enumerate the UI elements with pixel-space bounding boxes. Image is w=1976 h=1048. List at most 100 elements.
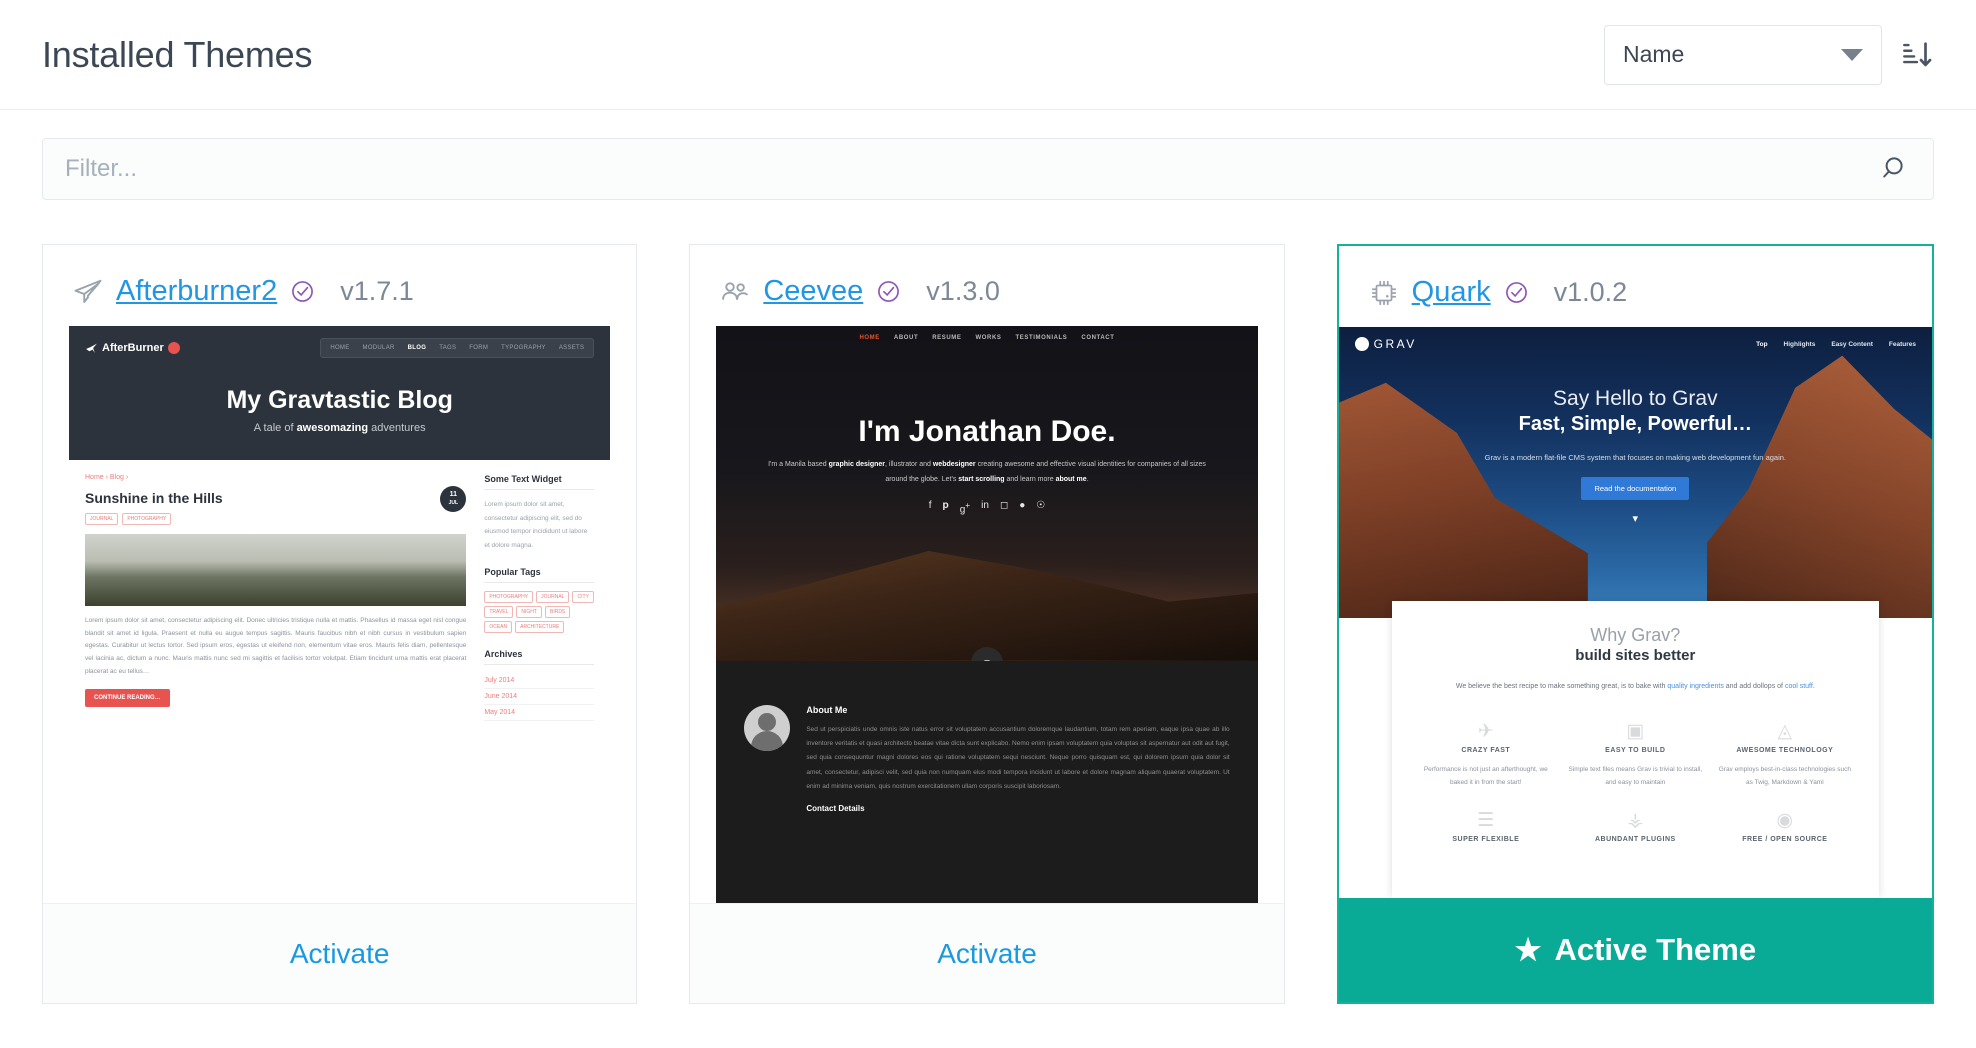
activate-button[interactable]: Activate bbox=[690, 903, 1283, 1003]
preview-archive-item: May 2014 bbox=[484, 705, 594, 721]
preview-nav-item: HOME bbox=[324, 342, 355, 354]
filter-bar bbox=[0, 110, 1976, 200]
preview-tag: ARCHITECTURE bbox=[515, 621, 564, 633]
search-icon[interactable] bbox=[1881, 154, 1911, 184]
preview-hero-title: I'm Jonathan Doe. bbox=[716, 415, 1257, 449]
check-circle-icon bbox=[290, 279, 315, 304]
page-title: Installed Themes bbox=[42, 34, 312, 76]
theme-name-link[interactable]: Ceevee bbox=[763, 275, 863, 308]
plug-icon: ⚶ bbox=[1568, 809, 1704, 831]
preview-nav-item-active: BLOG bbox=[402, 342, 433, 354]
preview-feature-text: Simple text files means Grav is trivial … bbox=[1568, 763, 1704, 789]
preview-nav-item: ABOUT bbox=[894, 335, 918, 341]
google-plus-icon: g+ bbox=[960, 500, 970, 515]
preview-nav-item: CONTACT bbox=[1081, 335, 1114, 341]
preview-cta-button: Read the documentation bbox=[1581, 477, 1689, 500]
preview-nav-item: ASSETS bbox=[553, 342, 590, 354]
preview-panel-subtitle: build sites better bbox=[1418, 647, 1853, 664]
theme-card-ceevee: Ceevee v1.3.0 HOME ABOUT RESUME WORKS TE… bbox=[689, 244, 1284, 1004]
theme-version: v1.3.0 bbox=[926, 276, 1000, 307]
preview-post-image bbox=[85, 534, 466, 606]
filter-field[interactable] bbox=[42, 138, 1934, 200]
preview-nav-item: TYPOGRAPHY bbox=[495, 342, 552, 354]
sort-ascending-icon[interactable] bbox=[1900, 38, 1934, 72]
instagram-icon: ◻ bbox=[1000, 500, 1008, 515]
theme-name-link[interactable]: Afterburner2 bbox=[116, 275, 277, 308]
preview-nav-item-active: HOME bbox=[859, 335, 879, 341]
theme-name-link[interactable]: Quark bbox=[1412, 276, 1491, 309]
dribbble-icon: ● bbox=[1019, 500, 1025, 515]
preview-widget-text: Lorem ipsum dolor sit amet, consectetur … bbox=[484, 498, 594, 553]
divider bbox=[484, 489, 594, 490]
preview-hero-title: My Gravtastic Blog bbox=[85, 386, 594, 415]
preview-tag: NIGHT bbox=[516, 606, 542, 618]
activate-button[interactable]: Activate bbox=[43, 903, 636, 1003]
star-icon: ★ bbox=[1515, 933, 1542, 968]
preview-tag: TRAVEL bbox=[484, 606, 513, 618]
preview-about-section: About Me Sed ut perspiciatis unde omnis … bbox=[716, 661, 1257, 813]
preview-tag: OCEAN bbox=[484, 621, 512, 633]
preview-hero-dune bbox=[716, 520, 1257, 661]
preview-archives-list: July 2014 June 2014 May 2014 bbox=[484, 673, 594, 721]
preview-feature: ⚶ ABUNDANT PLUGINS bbox=[1568, 809, 1704, 843]
preview-tag: JOURNAL bbox=[85, 513, 118, 525]
theme-preview-afterburner2[interactable]: AfterBurner HOME MODULAR BLOG TAGS FORM … bbox=[69, 326, 610, 903]
preview-feature: ▣ EASY TO BUILD Simple text files means … bbox=[1568, 720, 1704, 789]
preview-archives-title: Archives bbox=[484, 649, 594, 659]
preview-features-row-1: ✈ CRAZY FAST Performance is not just an … bbox=[1418, 720, 1853, 789]
preview-feature-name: AWESOME TECHNOLOGY bbox=[1717, 747, 1853, 754]
preview-continue-button: CONTINUE READING… bbox=[85, 689, 170, 707]
preview-feature: ✈ CRAZY FAST Performance is not just an … bbox=[1418, 720, 1554, 789]
preview-panel-text: We believe the best recipe to make somet… bbox=[1454, 680, 1817, 694]
chip-icon bbox=[1369, 278, 1399, 308]
theme-card-header: Quark v1.0.2 bbox=[1339, 246, 1932, 327]
active-theme-banner: ★ Active Theme bbox=[1339, 898, 1932, 1002]
preview-archive-item: June 2014 bbox=[484, 689, 594, 705]
preview-nav-item: TAGS bbox=[433, 342, 462, 354]
sort-by-select[interactable]: Name bbox=[1604, 25, 1882, 85]
preview-feature-name: FREE / OPEN SOURCE bbox=[1717, 836, 1853, 843]
preview-nav-item: RESUME bbox=[932, 335, 961, 341]
theme-card-afterburner2: Afterburner2 v1.7.1 AfterBurner bbox=[42, 244, 637, 1004]
preview-nav-item: MODULAR bbox=[357, 342, 401, 354]
preview-tag: JOURNAL bbox=[536, 591, 569, 603]
preview-tag-cloud: PHOTOGRAPHY JOURNAL CITY TRAVEL NIGHT BI… bbox=[484, 591, 594, 633]
preview-feature: ◬ AWESOME TECHNOLOGY Grav employs best-i… bbox=[1717, 720, 1853, 789]
theme-preview-ceevee[interactable]: HOME ABOUT RESUME WORKS TESTIMONIALS CON… bbox=[716, 326, 1257, 903]
preview-tags-title: Popular Tags bbox=[484, 567, 594, 577]
preview-nav: HOME MODULAR BLOG TAGS FORM TYPOGRAPHY A… bbox=[320, 338, 594, 358]
preview-date-badge: 11 JUL bbox=[440, 486, 466, 512]
divider bbox=[484, 582, 594, 583]
header-controls: Name bbox=[1604, 25, 1934, 85]
chevron-down-icon bbox=[1841, 49, 1863, 61]
preview-social-links: f 𝐩 g+ in ◻ ● ☉ bbox=[716, 500, 1257, 515]
cube-icon: ◬ bbox=[1717, 720, 1853, 742]
preview-tag: PHOTOGRAPHY bbox=[122, 513, 171, 525]
sliders-icon: ☰ bbox=[1418, 809, 1554, 831]
preview-feature: ☰ SUPER FLEXIBLE bbox=[1418, 809, 1554, 843]
preview-feature-name: EASY TO BUILD bbox=[1568, 747, 1704, 754]
grav-logo-icon bbox=[1355, 337, 1369, 351]
preview-why-panel: Why Grav? build sites better We believe … bbox=[1392, 601, 1879, 898]
preview-archive-item: July 2014 bbox=[484, 673, 594, 689]
activate-label: Activate bbox=[290, 938, 390, 970]
filter-input[interactable] bbox=[65, 155, 1881, 183]
preview-about-text: Sed ut perspiciatis unde omnis iste natu… bbox=[806, 723, 1229, 794]
preview-hero: AfterBurner HOME MODULAR BLOG TAGS FORM … bbox=[69, 326, 610, 460]
twitter-icon: 𝐩 bbox=[942, 500, 948, 515]
theme-card-quark: Quark v1.0.2 GRAV bbox=[1337, 244, 1934, 1004]
rocket-icon: ✈ bbox=[1418, 720, 1554, 742]
preview-feature-name: ABUNDANT PLUGINS bbox=[1568, 836, 1704, 843]
preview-hero-title: Say Hello to Grav bbox=[1339, 387, 1932, 411]
preview-tag: CITY bbox=[572, 591, 593, 603]
preview-logo: GRAV bbox=[1355, 337, 1417, 351]
page-header: Installed Themes Name bbox=[0, 0, 1976, 110]
preview-logo: AfterBurner bbox=[85, 342, 180, 355]
preview-post-body: Lorem ipsum dolor sit amet, consectetur … bbox=[85, 615, 466, 678]
preview-breadcrumb: Home › Blog › bbox=[85, 474, 466, 481]
check-circle-icon bbox=[1504, 280, 1529, 305]
preview-hero-subtitle: Fast, Simple, Powerful… bbox=[1339, 413, 1932, 436]
theme-preview-quark[interactable]: GRAV Top Highlights Easy Content Feature… bbox=[1339, 327, 1932, 898]
activate-label: Activate bbox=[937, 938, 1037, 970]
sort-by-value: Name bbox=[1623, 41, 1684, 68]
